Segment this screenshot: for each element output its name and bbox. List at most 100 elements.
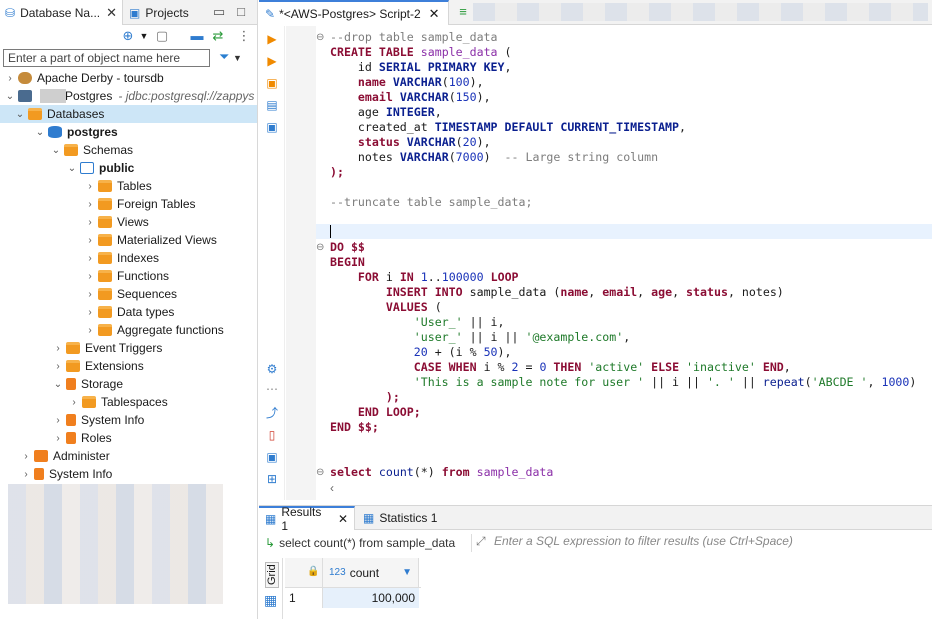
tree-item-tablespaces[interactable]: › Tablespaces	[0, 393, 257, 411]
tree-item-system-info[interactable]: › System Info	[0, 411, 257, 429]
maximize-icon[interactable]: □	[233, 4, 249, 20]
more-icon[interactable]: ⋯	[265, 382, 279, 396]
export-icon[interactable]: ⤴	[265, 406, 279, 420]
projects-icon: ▣	[129, 5, 141, 20]
close-icon[interactable]: ✕	[429, 6, 440, 22]
chevron-right-icon[interactable]: ›	[68, 397, 80, 408]
chevron-right-icon[interactable]: ›	[52, 343, 64, 354]
outline-tree-icon[interactable]: ⊞	[265, 472, 279, 486]
filter-expression-input[interactable]: ⤢ Enter a SQL expression to filter resul…	[471, 534, 926, 552]
chevron-down-icon[interactable]: ▼	[136, 28, 152, 44]
table-row[interactable]: 1 100,000	[285, 588, 421, 608]
chevron-down-icon[interactable]: ⌄	[50, 145, 62, 156]
tree-item-event-triggers[interactable]: › Event Triggers	[0, 339, 257, 357]
chevron-right-icon[interactable]: ›	[20, 469, 32, 480]
tree-item-schemas[interactable]: ⌄ Schemas	[0, 141, 257, 159]
chevron-down-icon[interactable]: ⌄	[66, 163, 78, 174]
chevron-right-icon[interactable]: ›	[84, 253, 96, 264]
new-folder-icon[interactable]: ▢	[154, 28, 170, 44]
query-icon: ↳	[265, 536, 276, 550]
tree-item-foreign-tables[interactable]: › Foreign Tables	[0, 195, 257, 213]
chevron-down-icon[interactable]: ⌄	[14, 109, 26, 120]
column-header-count[interactable]: 123 count ▼	[323, 558, 419, 587]
grid-icon[interactable]: ▦	[264, 592, 280, 608]
explain-plan-icon[interactable]: ▤	[265, 98, 279, 112]
code-line: status VARCHAR(20),	[357, 135, 491, 149]
cell-count[interactable]: 100,000	[323, 588, 419, 608]
tree-item-postgres-connection[interactable]: ⌄ Postgres - jdbc:postgresql://zappys	[0, 87, 257, 105]
chevron-right-icon[interactable]: ›	[84, 325, 96, 336]
collapse-all-icon[interactable]: ▬	[189, 28, 205, 44]
tree-item-materialized-views[interactable]: › Materialized Views	[0, 231, 257, 249]
tree-item-storage[interactable]: ⌄ Storage	[0, 375, 257, 393]
tab-results-1[interactable]: ▦ Results 1 ✕	[259, 505, 355, 533]
grid-view-toggle[interactable]: Grid	[265, 562, 279, 588]
tree-item-public[interactable]: ⌄ public	[0, 159, 257, 177]
expand-icon[interactable]: ⤢	[476, 534, 486, 549]
chevron-down-icon[interactable]: ⌄	[34, 127, 46, 138]
chevron-right-icon[interactable]: ›	[84, 199, 96, 210]
sort-icon[interactable]: ▼	[402, 567, 412, 578]
tab-script-2[interactable]: ✎ *<AWS-Postgres> Script-2 ✕	[259, 0, 449, 25]
row-number-header[interactable]: 🔒	[285, 558, 323, 587]
chevron-right-icon[interactable]: ›	[52, 415, 64, 426]
close-icon[interactable]: ✕	[338, 512, 348, 526]
fold-marker[interactable]: ⊖	[316, 467, 324, 478]
object-name-filter-input[interactable]	[3, 49, 210, 67]
chevron-down-icon[interactable]: ⌄	[52, 379, 64, 390]
chevron-right-icon[interactable]: ›	[84, 235, 96, 246]
tree-label: Roles	[81, 431, 112, 445]
file-error-icon[interactable]: ▯	[265, 428, 279, 442]
tab-projects[interactable]: ▣ Projects	[124, 0, 224, 25]
tree-item-data-types[interactable]: › Data types	[0, 303, 257, 321]
tree-item-databases[interactable]: ⌄ Databases	[0, 105, 257, 123]
tree-item-views[interactable]: › Views	[0, 213, 257, 231]
tree-item-system-info-2[interactable]: › System Info	[0, 465, 257, 483]
tree-item-extensions[interactable]: › Extensions	[0, 357, 257, 375]
horizontal-scrollbar[interactable]: ‹	[316, 481, 932, 499]
execute-new-tab-icon[interactable]: ▣	[265, 76, 279, 90]
close-icon[interactable]: ✕	[106, 5, 117, 21]
chevron-right-icon[interactable]: ›	[4, 73, 16, 84]
tree-item-functions[interactable]: › Functions	[0, 267, 257, 285]
tab-database-navigator[interactable]: ⛁ Database Na... ✕	[0, 0, 123, 25]
execute-script-icon[interactable]: ▶	[265, 54, 279, 68]
chevron-right-icon[interactable]: ›	[84, 217, 96, 228]
chevron-right-icon[interactable]: ›	[84, 271, 96, 282]
tree-item-postgres-db[interactable]: ⌄ postgres	[0, 123, 257, 141]
chevron-right-icon[interactable]: ›	[52, 361, 64, 372]
gear-icon[interactable]: ⚙	[265, 362, 279, 376]
minimize-icon[interactable]: ▭	[211, 4, 227, 20]
outline-icon[interactable]: ≡	[455, 4, 471, 20]
fold-marker[interactable]: ⊖	[316, 242, 324, 253]
tree-item-administer[interactable]: › Administer	[0, 447, 257, 465]
tree-item-tables[interactable]: › Tables	[0, 177, 257, 195]
tab-label: Results 1	[281, 505, 322, 533]
tree-item-aggregate-functions[interactable]: › Aggregate functions	[0, 321, 257, 339]
code-line: CREATE TABLE sample_data (	[330, 45, 512, 59]
fold-marker[interactable]: ⊖	[316, 32, 324, 43]
tree-item-roles[interactable]: › Roles	[0, 429, 257, 447]
tab-statistics-1[interactable]: ▦ Statistics 1	[357, 506, 467, 530]
new-connection-icon[interactable]: ⊕	[120, 28, 136, 44]
chevron-down-icon[interactable]: ⌄	[4, 91, 16, 102]
query-text[interactable]: select count(*) from sample_data	[279, 536, 455, 550]
chevron-right-icon[interactable]: ›	[52, 433, 64, 444]
chevron-right-icon[interactable]: ›	[20, 451, 32, 462]
filter-icon[interactable]: ⏷ ▼	[219, 49, 242, 67]
tree-item-sequences[interactable]: › Sequences	[0, 285, 257, 303]
tree-item-indexes[interactable]: › Indexes	[0, 249, 257, 267]
chevron-right-icon[interactable]: ›	[84, 307, 96, 318]
console-icon[interactable]: ▣	[265, 120, 279, 134]
variables-icon[interactable]: ▣	[265, 450, 279, 464]
tree-item-apache-derby[interactable]: › Apache Derby - toursdb	[0, 69, 257, 87]
execute-icon[interactable]: ▶	[265, 32, 279, 46]
chevron-right-icon[interactable]: ›	[84, 181, 96, 192]
sql-code-area[interactable]: --drop table sample_data CREATE TABLE sa…	[330, 30, 930, 480]
storage-icon	[66, 378, 76, 390]
code-line: CASE WHEN i % 2 = 0 THEN 'active' ELSE '…	[413, 360, 791, 374]
link-editor-icon[interactable]: ⇄	[210, 28, 226, 44]
menu-icon[interactable]: ⋮	[236, 28, 252, 44]
chevron-right-icon[interactable]: ›	[84, 289, 96, 300]
